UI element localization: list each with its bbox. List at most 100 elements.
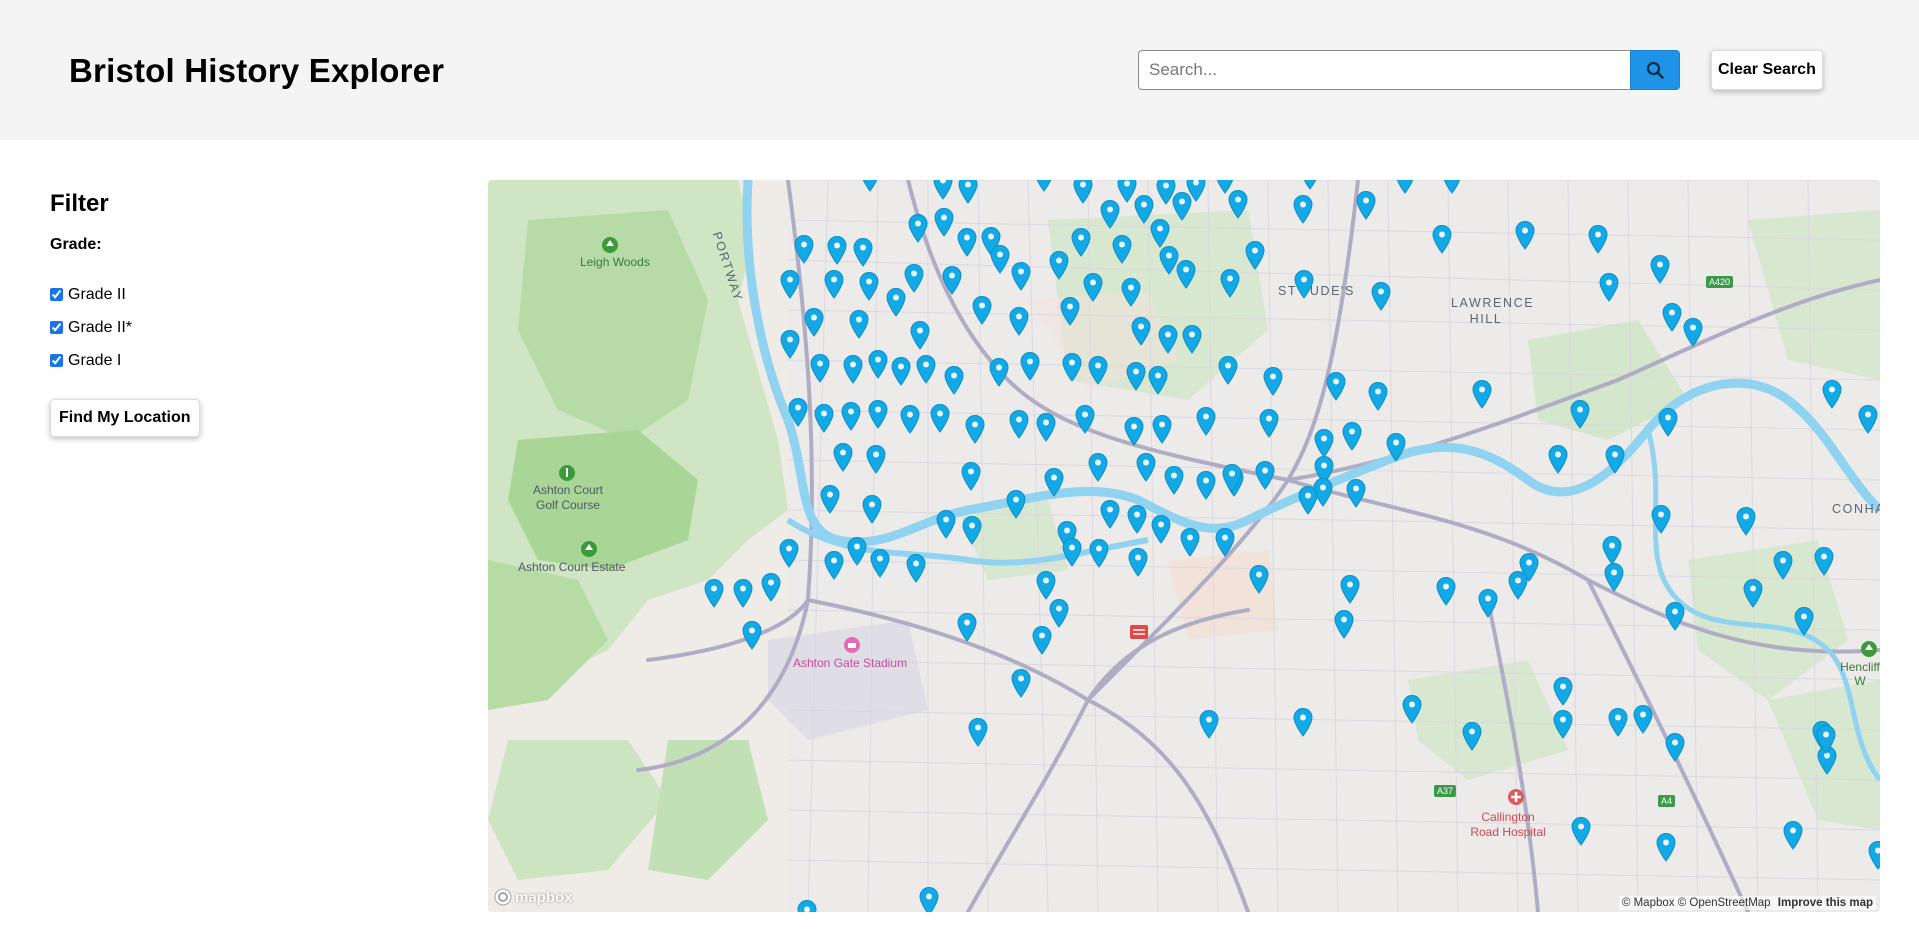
grade-ii-star-option[interactable]: Grade II*	[50, 311, 430, 344]
map-marker-pin[interactable]	[1227, 189, 1249, 219]
clear-search-button[interactable]: Clear Search	[1711, 50, 1823, 90]
map-marker-pin[interactable]	[1082, 272, 1104, 302]
map-marker-pin[interactable]	[1151, 414, 1173, 444]
map-marker-pin[interactable]	[1217, 355, 1239, 385]
map-marker-pin[interactable]	[1661, 302, 1683, 332]
map-marker-pin[interactable]	[1175, 259, 1197, 289]
grade-ii-option[interactable]: Grade II	[50, 278, 430, 311]
map-marker-pin[interactable]	[840, 401, 862, 431]
map-marker-pin[interactable]	[1010, 668, 1032, 698]
map-marker-pin[interactable]	[890, 356, 912, 386]
map-marker-pin[interactable]	[918, 886, 940, 912]
map-marker-pin[interactable]	[1195, 470, 1217, 500]
map-marker-pin[interactable]	[1782, 820, 1804, 850]
map-marker-pin[interactable]	[1598, 272, 1620, 302]
map-marker-pin[interactable]	[1163, 465, 1185, 495]
map-marker-pin[interactable]	[1867, 840, 1880, 870]
map-marker-pin[interactable]	[1507, 570, 1529, 600]
map-marker-pin[interactable]	[1793, 606, 1815, 636]
map-marker-pin[interactable]	[1149, 218, 1171, 248]
map-marker-pin[interactable]	[858, 271, 880, 301]
map-marker-pin[interactable]	[1370, 281, 1392, 311]
map-marker-pin[interactable]	[899, 404, 921, 434]
grade-ii-checkbox[interactable]	[50, 288, 63, 301]
map-marker-pin[interactable]	[1157, 324, 1179, 354]
map-marker-pin[interactable]	[1461, 721, 1483, 751]
map-marker-pin[interactable]	[929, 403, 951, 433]
map-marker-pin[interactable]	[796, 899, 818, 912]
map-marker-pin[interactable]	[1010, 261, 1032, 291]
map-marker-pin[interactable]	[1821, 379, 1843, 409]
map-marker-pin[interactable]	[1254, 460, 1276, 490]
map-marker-pin[interactable]	[1221, 463, 1243, 493]
map-marker-pin[interactable]	[1772, 550, 1794, 580]
grade-i-option[interactable]: Grade I	[50, 344, 430, 377]
map-marker-pin[interactable]	[1130, 316, 1152, 346]
map-marker-pin[interactable]	[971, 295, 993, 325]
map-marker-pin[interactable]	[813, 403, 835, 433]
map-marker-pin[interactable]	[988, 357, 1010, 387]
map-marker-pin[interactable]	[1431, 224, 1453, 254]
map-marker-pin[interactable]	[1569, 399, 1591, 429]
map-marker-pin[interactable]	[1087, 452, 1109, 482]
grade-ii-star-checkbox[interactable]	[50, 321, 63, 334]
map-marker-pin[interactable]	[1664, 732, 1686, 762]
map-marker-pin[interactable]	[1072, 180, 1094, 204]
map-marker-pin[interactable]	[1682, 317, 1704, 347]
map-marker-pin[interactable]	[1019, 351, 1041, 381]
map-marker-pin[interactable]	[1632, 704, 1654, 734]
map-marker-pin[interactable]	[1664, 601, 1686, 631]
map-marker-pin[interactable]	[1603, 562, 1625, 592]
map-marker-pin[interactable]	[1031, 625, 1053, 655]
map-marker-pin[interactable]	[1355, 190, 1377, 220]
map-marker-pin[interactable]	[1345, 478, 1367, 508]
map-marker-pin[interactable]	[1547, 444, 1569, 474]
map-marker-pin[interactable]	[861, 494, 883, 524]
map-marker-pin[interactable]	[1607, 707, 1629, 737]
map-marker-pin[interactable]	[1181, 324, 1203, 354]
map-marker-pin[interactable]	[967, 717, 989, 747]
grade-i-checkbox[interactable]	[50, 354, 63, 367]
map-marker-pin[interactable]	[1742, 578, 1764, 608]
map-marker-pin[interactable]	[1650, 504, 1672, 534]
map-marker-pin[interactable]	[1195, 406, 1217, 436]
map-marker-pin[interactable]	[1297, 485, 1319, 515]
map-marker-pin[interactable]	[1604, 444, 1626, 474]
map-marker-pin[interactable]	[1815, 724, 1837, 754]
map-marker-pin[interactable]	[1033, 180, 1055, 192]
map-marker-pin[interactable]	[732, 578, 754, 608]
map-marker-pin[interactable]	[1035, 570, 1057, 600]
map-marker-pin[interactable]	[1179, 527, 1201, 557]
map-marker-pin[interactable]	[1219, 268, 1241, 298]
map-marker-pin[interactable]	[1657, 407, 1679, 437]
map-marker-pin[interactable]	[1313, 428, 1335, 458]
search-input[interactable]	[1138, 50, 1630, 90]
map-marker-pin[interactable]	[1477, 588, 1499, 618]
map-marker-pin[interactable]	[1005, 489, 1027, 519]
map-marker-pin[interactable]	[1292, 707, 1314, 737]
map-marker-pin[interactable]	[1325, 371, 1347, 401]
map-marker-pin[interactable]	[1552, 676, 1574, 706]
map-marker-pin[interactable]	[1735, 506, 1757, 536]
map-marker-pin[interactable]	[1601, 535, 1623, 565]
map-marker-pin[interactable]	[867, 349, 889, 379]
map-marker-pin[interactable]	[932, 180, 954, 200]
map-marker-pin[interactable]	[933, 207, 955, 237]
map-marker-pin[interactable]	[823, 550, 845, 580]
map-marker-pin[interactable]	[1649, 254, 1671, 284]
map-marker-pin[interactable]	[1171, 191, 1193, 221]
map-marker-pin[interactable]	[1123, 416, 1145, 446]
map-marker-pin[interactable]	[941, 265, 963, 295]
map-marker-pin[interactable]	[1385, 432, 1407, 462]
improve-map-link[interactable]: Improve this map	[1778, 897, 1873, 909]
map-marker-pin[interactable]	[915, 354, 937, 384]
search-button[interactable]	[1630, 50, 1680, 90]
map-marker-pin[interactable]	[1043, 467, 1065, 497]
map-marker-pin[interactable]	[1394, 180, 1416, 194]
map-marker-pin[interactable]	[819, 484, 841, 514]
map-marker-pin[interactable]	[865, 444, 887, 474]
map-marker-pin[interactable]	[1552, 709, 1574, 739]
map-marker-pin[interactable]	[852, 237, 874, 267]
map-marker-pin[interactable]	[867, 399, 889, 429]
map-marker-pin[interactable]	[1008, 409, 1030, 439]
